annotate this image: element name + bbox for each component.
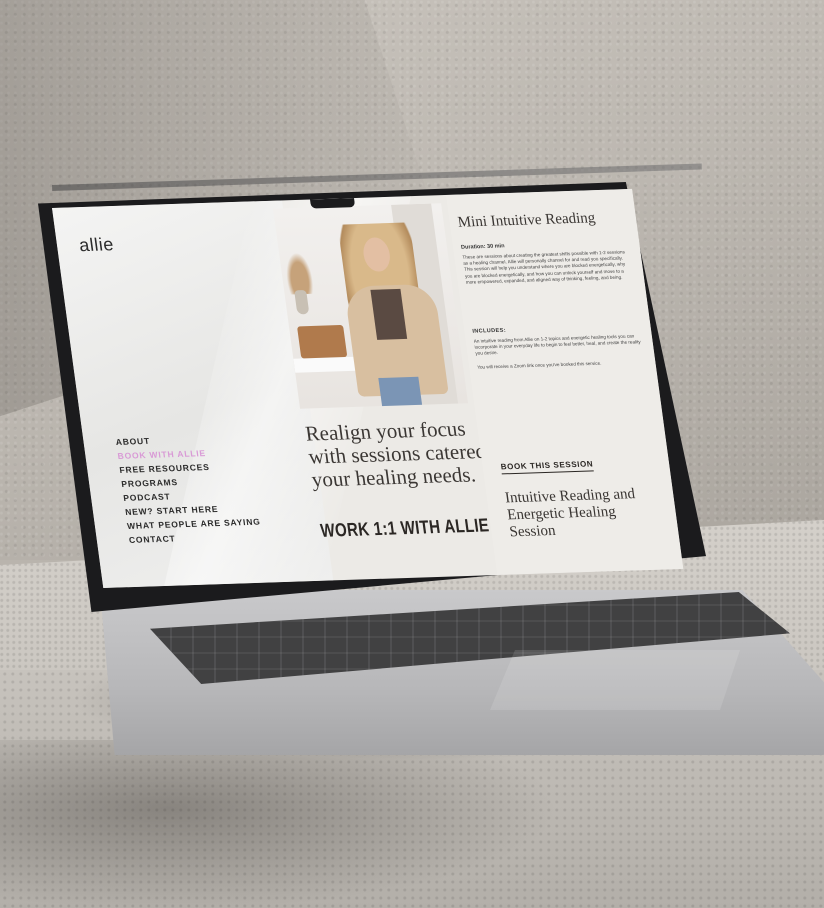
session-title: Mini Intuitive Reading (456, 210, 597, 231)
pampas-grass (280, 247, 317, 295)
scene: allie ABOUT BOOK WITH ALLIE FREE RESOURC… (0, 0, 824, 908)
laptop-trackpad (490, 650, 740, 710)
includes-text: An intuitive reading from Allie on 1-2 t… (473, 333, 641, 357)
book-session-link[interactable]: BOOK THIS SESSION (500, 459, 595, 475)
site-logo[interactable]: allie (78, 234, 115, 256)
website-page: allie ABOUT BOOK WITH ALLIE FREE RESOURC… (52, 188, 684, 589)
session-duration: Duration: 30 min (460, 243, 505, 251)
laptop-in-photo (297, 324, 348, 359)
zoom-note: You will receive a Zoom link once you've… (476, 360, 602, 370)
next-session-title[interactable]: Intuitive Reading and Energetic Healing … (504, 485, 661, 541)
laptop-screen: allie ABOUT BOOK WITH ALLIE FREE RESOURC… (52, 187, 746, 608)
camera-notch (310, 198, 356, 209)
hero-photo (273, 203, 469, 409)
session-description: These are sessions about creating the gr… (462, 249, 626, 285)
main-nav: ABOUT BOOK WITH ALLIE FREE RESOURCES PRO… (115, 431, 264, 547)
ground-shadow (0, 740, 560, 908)
hero-subhead: WORK 1:1 WITH ALLIE (319, 515, 491, 542)
includes-label: INCLUDES: (472, 327, 507, 335)
